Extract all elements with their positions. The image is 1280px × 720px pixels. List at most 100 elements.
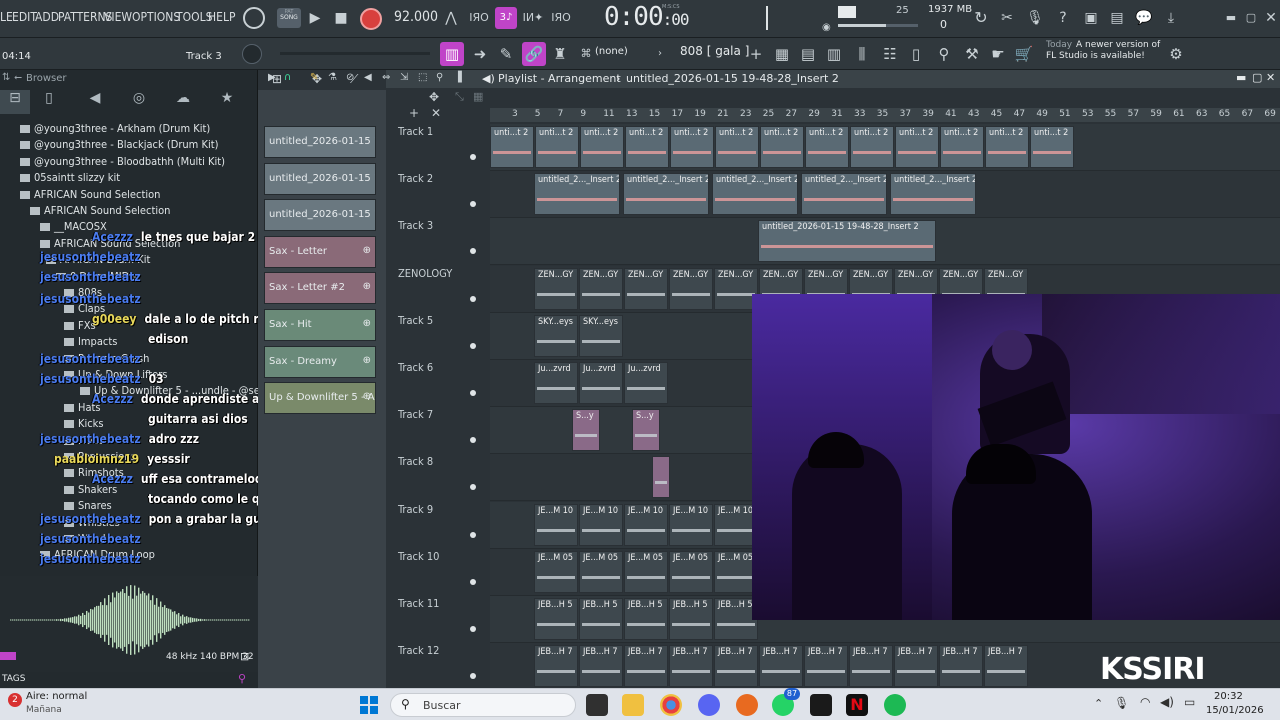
playlist-clip[interactable]: ZEN...GY xyxy=(669,267,713,310)
playlist-clip[interactable]: JEB...H 7 xyxy=(579,645,623,688)
playlist-clip[interactable]: JE...M 10 xyxy=(579,503,623,546)
playlist-clip[interactable]: JEB...H 5 xyxy=(534,598,578,640)
minimize-icon[interactable]: ▬ xyxy=(1220,7,1242,29)
app-icon[interactable] xyxy=(810,694,832,716)
track-label[interactable]: Track 7 xyxy=(398,408,433,421)
playlist-clip[interactable]: JEB...H 7 xyxy=(669,645,713,688)
browser-tree-item[interactable]: @young3three - Arkham (Drum Kit) xyxy=(20,122,210,138)
cart-icon[interactable]: 🛒 xyxy=(1012,42,1036,66)
tempo-display[interactable]: 92.000 xyxy=(394,9,438,25)
slice-icon[interactable]: ⇲ xyxy=(400,72,408,83)
chat-username[interactable]: Acezzz xyxy=(92,230,133,244)
track-label[interactable]: Track 3 xyxy=(398,219,433,232)
playlist-clip[interactable]: Ju...zvrd xyxy=(624,362,668,404)
playlist-clip[interactable]: JE...M 05 xyxy=(579,550,623,593)
zoom-icon[interactable]: ⚲ xyxy=(436,72,443,83)
playlist-clip[interactable]: unti...t 2 xyxy=(985,126,1029,168)
track-mute-dot[interactable] xyxy=(470,390,476,396)
mixer-icon[interactable]: ⫼ xyxy=(850,42,874,66)
playlist-clip[interactable]: JEB...H 7 xyxy=(804,645,848,688)
chat-username[interactable]: jesusonthebeatz xyxy=(40,270,141,284)
playlist-clip[interactable]: JEB...H 7 xyxy=(894,645,938,688)
resize-icon[interactable]: ⤡ xyxy=(455,90,464,104)
menu-help[interactable]: HELP xyxy=(208,10,235,24)
playlist-clip[interactable]: JEB...H 7 xyxy=(984,645,1028,688)
track-mute-dot[interactable] xyxy=(470,342,476,349)
song-mode-toggle[interactable]: PAT SONG xyxy=(277,8,301,28)
clock-time[interactable]: 20:32 xyxy=(1214,691,1243,702)
playlist-clip[interactable]: JEB...H 7 xyxy=(714,645,758,688)
stop-icon[interactable]: ■ xyxy=(330,7,352,29)
track-label[interactable]: Track 9 xyxy=(398,503,433,516)
playlist-minimize-icon[interactable]: ▬ xyxy=(1236,71,1246,84)
channel-item[interactable]: Up & Downlifter 5 - A... ⊕ xyxy=(264,382,376,415)
channel-move-icon[interactable]: ⊕ xyxy=(363,391,371,402)
playlist-clip[interactable]: unti...t 2 xyxy=(940,126,984,168)
record-button[interactable] xyxy=(360,8,382,30)
browser-tree-item[interactable]: AFRICAN Sound Selection xyxy=(20,188,160,204)
chat-icon[interactable]: 💬 xyxy=(1133,7,1155,29)
browser-back-icon[interactable]: ⭠ xyxy=(14,72,22,83)
close-track-icon[interactable]: ✕ xyxy=(431,106,441,120)
touch-icon[interactable]: ☛ xyxy=(986,42,1010,66)
playlist-clip[interactable]: JEB...H 5 xyxy=(579,598,623,640)
browser-tree-item[interactable]: @young3three - Blackjack (Drum Kit) xyxy=(20,138,218,154)
playlist-clip[interactable]: SKY...eys xyxy=(534,314,578,357)
task-view-icon[interactable] xyxy=(586,694,608,716)
track-label[interactable]: Track 1 xyxy=(398,125,433,138)
weather-text[interactable]: Aire: normal xyxy=(26,691,87,702)
track-mute-dot[interactable] xyxy=(470,295,476,302)
sliders-icon[interactable]: ☷ xyxy=(878,42,902,66)
discord-icon[interactable] xyxy=(698,694,720,716)
browser-tab-star-icon[interactable]: ★ xyxy=(212,90,242,114)
playlist-clip[interactable]: S...y xyxy=(572,409,600,452)
playlist-clip[interactable]: JEB...H 7 xyxy=(849,645,893,688)
channel-rack-icon[interactable]: ▦ xyxy=(770,42,794,66)
track-label[interactable]: ZENOLOGY xyxy=(398,267,452,280)
channel-move-icon[interactable]: ⊕ xyxy=(363,355,371,366)
snap-select[interactable]: (none) xyxy=(595,46,628,57)
chat-username[interactable]: jesusonthebeatz xyxy=(40,372,141,386)
chat-username[interactable]: Acezzz xyxy=(92,472,133,486)
playlist-icon[interactable]: ▥ xyxy=(440,42,464,66)
wifi-icon[interactable]: ◠ xyxy=(1140,695,1150,709)
browser-tree-item[interactable]: AFRICAN Sound Selection xyxy=(30,204,170,220)
menu-view[interactable]: VIEW xyxy=(104,10,132,24)
playlist-clip[interactable]: Ju...zvrd xyxy=(534,362,578,404)
browser-tab-all[interactable]: ⊟ xyxy=(0,90,30,114)
search-icon[interactable]: ⚲ xyxy=(238,672,246,685)
menu-options[interactable]: OPTIONS xyxy=(132,10,180,24)
chat-username[interactable]: Acezzz xyxy=(92,392,133,406)
playlist-clip[interactable]: unti...t 2 xyxy=(490,126,534,168)
track-label[interactable]: Track 8 xyxy=(398,455,433,468)
browser-tree-item[interactable]: Impacts xyxy=(64,335,117,351)
playlist-clip[interactable]: ZEN...GY xyxy=(579,267,623,310)
paint-icon[interactable]: ⚗ xyxy=(328,72,337,83)
taskbar-search[interactable]: ⚲ Buscar xyxy=(390,693,576,717)
channel-item[interactable]: untitled_2026-01-15 19-... xyxy=(264,162,376,195)
channel-move-icon[interactable]: ⊕ xyxy=(363,281,371,292)
playlist-clip[interactable]: unti...t 2 xyxy=(895,126,939,168)
tray-mic-icon[interactable]: 🎙 xyxy=(1114,696,1129,710)
playlist-clip[interactable]: JE...M 05 xyxy=(669,550,713,593)
playlist-clip[interactable]: unti...t 2 xyxy=(535,126,579,168)
close-icon[interactable]: ✕ xyxy=(1260,7,1280,29)
track-mute-dot[interactable] xyxy=(470,154,476,160)
arrow-right-icon[interactable]: ➜ xyxy=(468,42,492,66)
playlist-clip[interactable]: ZEN...GY xyxy=(624,267,668,310)
channel-item[interactable]: untitled_2026-01-15 19j-... xyxy=(264,126,376,158)
chat-username[interactable]: g00eey xyxy=(92,312,136,326)
playlist-clip[interactable]: untitled_2..._Insert 2 xyxy=(623,173,709,216)
mute-icon[interactable]: ◀ xyxy=(364,72,372,83)
channel-item[interactable]: Sax - Hit ⊕ xyxy=(264,309,376,341)
file-icon[interactable]: ▯ xyxy=(904,42,928,66)
netflix-icon[interactable]: N xyxy=(846,694,868,716)
playlist-clip[interactable]: Ju...zvrd xyxy=(579,362,623,404)
step-edit-icon[interactable]: 3♪ xyxy=(495,7,517,29)
chat-username[interactable]: jesusonthebeatz xyxy=(40,512,141,526)
channel-item[interactable]: Sax - Dreamy ⊕ xyxy=(264,345,376,378)
fl-studio-icon[interactable] xyxy=(736,694,758,716)
save-icon[interactable]: ▣ xyxy=(1080,7,1102,29)
browser-arrows-icon[interactable]: ⇅ xyxy=(2,72,10,83)
channel-item[interactable]: untitled_2026-01-15 19-... xyxy=(264,199,376,232)
